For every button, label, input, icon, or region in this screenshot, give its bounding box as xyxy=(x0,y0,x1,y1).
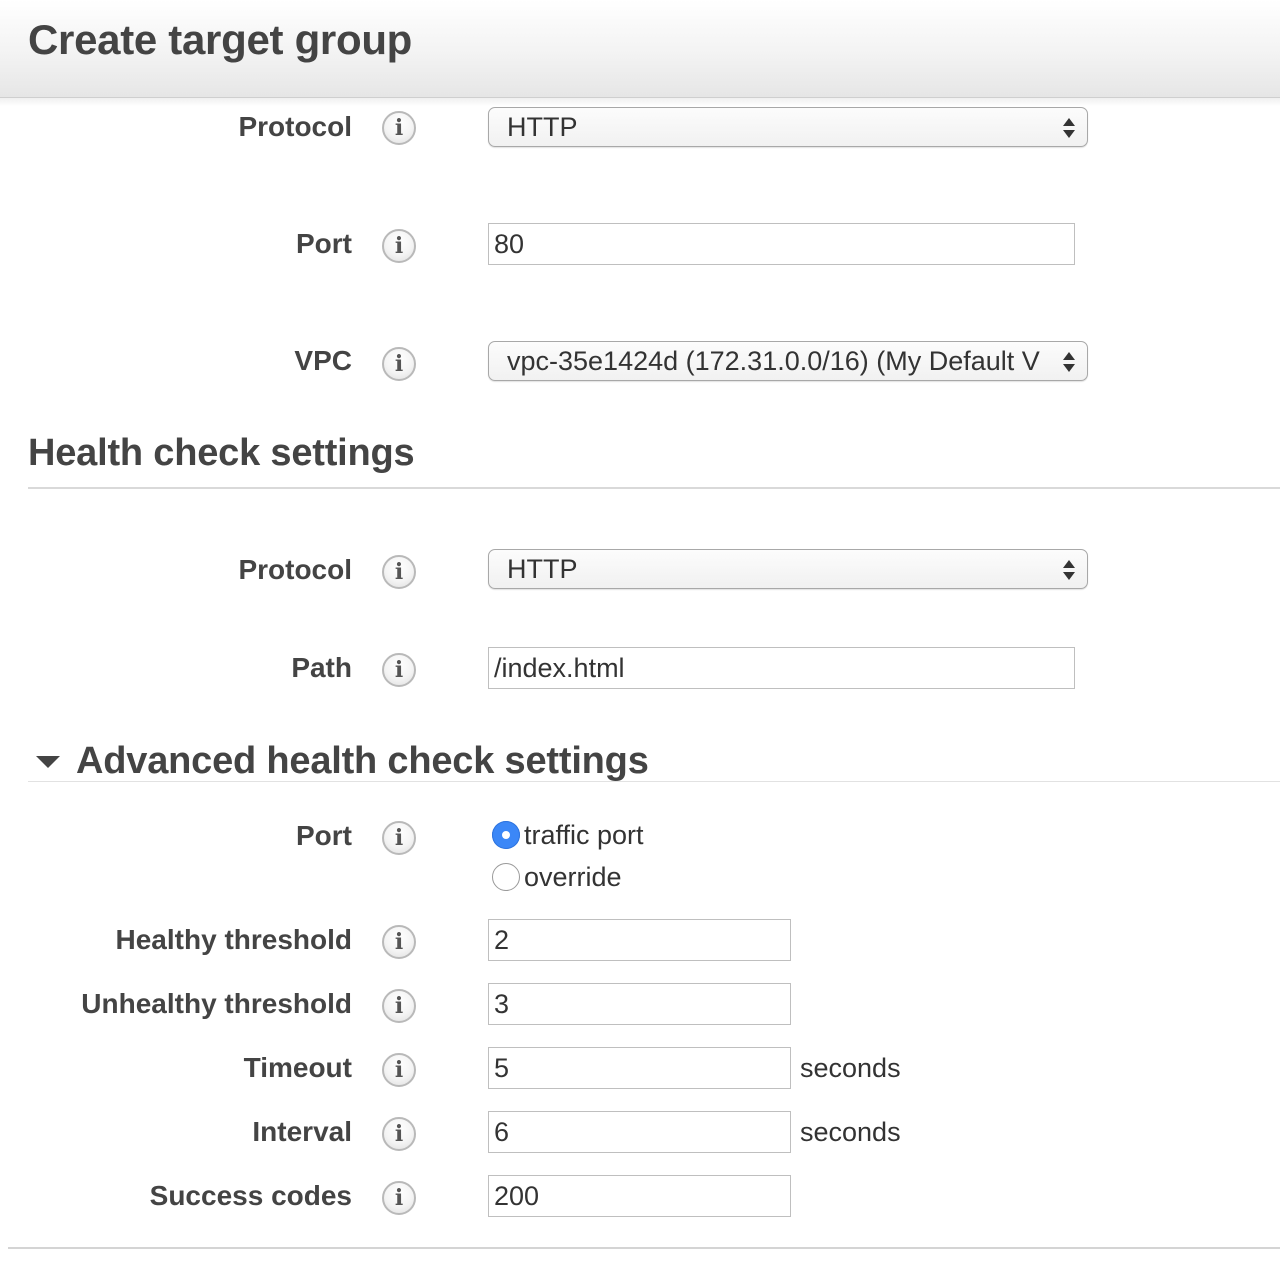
path-input[interactable]: /index.html xyxy=(488,647,1075,689)
section-divider xyxy=(28,487,1280,489)
timeout-unit: seconds xyxy=(800,1053,901,1083)
timeout-label: Timeout xyxy=(243,1052,352,1083)
select-arrows-icon xyxy=(1061,342,1079,380)
port-label: Port xyxy=(296,228,352,259)
section-divider xyxy=(28,781,1280,782)
health-protocol-select-value: HTTP xyxy=(507,554,578,584)
advanced-settings-title[interactable]: Advanced health check settings xyxy=(76,740,649,783)
override-radio-option[interactable]: override xyxy=(492,861,622,893)
vpc-select-value: vpc-35e1424d (172.31.0.0/16) (My Default… xyxy=(507,346,1040,376)
traffic-port-radio-option[interactable]: traffic port xyxy=(492,819,644,851)
timeout-input[interactable]: 5 xyxy=(488,1047,791,1089)
info-icon[interactable]: i xyxy=(382,1117,416,1151)
bottom-divider xyxy=(8,1247,1280,1249)
override-label: override xyxy=(524,861,622,892)
info-icon[interactable]: i xyxy=(382,555,416,589)
select-arrows-icon xyxy=(1061,108,1079,146)
health-check-title: Health check settings xyxy=(28,432,415,474)
interval-label: Interval xyxy=(252,1116,352,1147)
health-protocol-select[interactable]: HTTP xyxy=(488,549,1088,589)
traffic-port-label: traffic port xyxy=(524,819,644,850)
health-protocol-label: Protocol xyxy=(238,554,352,585)
info-icon[interactable]: i xyxy=(382,653,416,687)
path-label: Path xyxy=(291,652,352,683)
port-input[interactable]: 80 xyxy=(488,223,1075,265)
unhealthy-threshold-label: Unhealthy threshold xyxy=(81,988,352,1019)
protocol-select-value: HTTP xyxy=(507,112,578,142)
caret-down-icon[interactable] xyxy=(36,756,60,768)
page-title: Create target group xyxy=(28,16,413,63)
header-shadow xyxy=(0,98,1280,106)
unhealthy-threshold-input[interactable]: 3 xyxy=(488,983,791,1025)
interval-input[interactable]: 6 xyxy=(488,1111,791,1153)
page-header: Create target group xyxy=(0,0,1280,98)
info-icon[interactable]: i xyxy=(382,111,416,145)
info-icon[interactable]: i xyxy=(382,229,416,263)
info-icon[interactable]: i xyxy=(382,989,416,1023)
vpc-label: VPC xyxy=(294,345,352,376)
info-icon[interactable]: i xyxy=(382,821,416,855)
info-icon[interactable]: i xyxy=(382,925,416,959)
healthy-threshold-label: Healthy threshold xyxy=(115,924,352,955)
protocol-label: Protocol xyxy=(238,111,352,142)
vpc-select[interactable]: vpc-35e1424d (172.31.0.0/16) (My Default… xyxy=(488,341,1088,381)
healthy-threshold-input[interactable]: 2 xyxy=(488,919,791,961)
interval-unit: seconds xyxy=(800,1117,901,1147)
info-icon[interactable]: i xyxy=(382,1053,416,1087)
protocol-select[interactable]: HTTP xyxy=(488,107,1088,147)
success-codes-label: Success codes xyxy=(149,1180,352,1211)
advanced-port-label: Port xyxy=(296,820,352,851)
info-icon[interactable]: i xyxy=(382,347,416,381)
select-arrows-icon xyxy=(1061,550,1079,588)
traffic-port-radio[interactable] xyxy=(492,821,520,849)
override-radio[interactable] xyxy=(492,863,520,891)
info-icon[interactable]: i xyxy=(382,1181,416,1215)
success-codes-input[interactable]: 200 xyxy=(488,1175,791,1217)
